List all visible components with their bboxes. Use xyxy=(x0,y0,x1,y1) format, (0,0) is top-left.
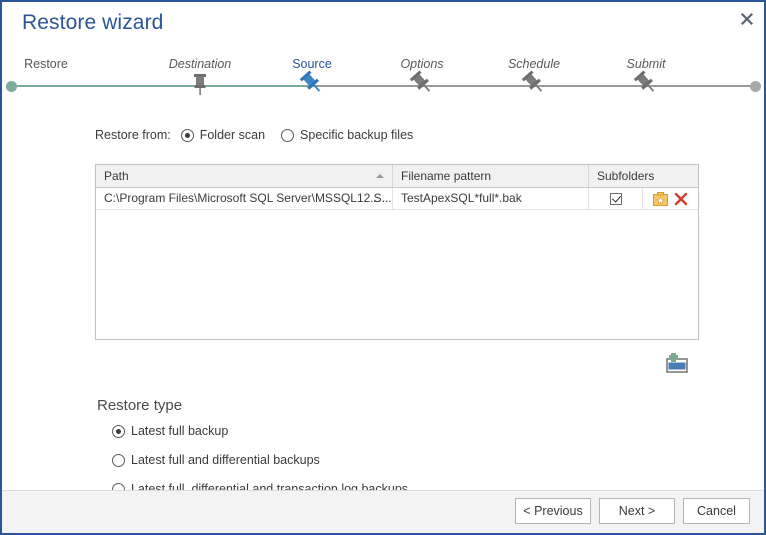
cell-path-text: C:\Program Files\Microsoft SQL Server\MS… xyxy=(104,191,392,205)
restore-from-row: Restore from: Folder scan Specific backu… xyxy=(95,126,429,144)
stepper-end-dot-icon xyxy=(750,81,761,92)
wizard-footer: < Previous Next > Cancel xyxy=(2,490,764,533)
stepper-step-schedule[interactable]: Schedule xyxy=(494,48,574,98)
stepper-step-submit[interactable]: Submit xyxy=(606,48,686,98)
wizard-content: Restore from: Folder scan Specific backu… xyxy=(2,102,764,496)
cell-path[interactable]: C:\Program Files\Microsoft SQL Server\MS… xyxy=(96,188,393,209)
browse-path-ellipsis-button[interactable]: ... xyxy=(373,188,386,209)
stepper-step-restore[interactable]: Restore xyxy=(6,48,86,98)
next-button[interactable]: Next > xyxy=(599,498,675,524)
folder-star-icon[interactable] xyxy=(653,191,668,206)
title-bar: Restore wizard xyxy=(2,2,764,48)
column-header-subfolders[interactable]: Subfolders xyxy=(589,165,698,187)
column-header-label: Subfolders xyxy=(597,169,655,183)
cell-subfolders xyxy=(589,188,643,209)
cell-filename-pattern[interactable]: TestApexSQL*full*.bak xyxy=(393,188,589,209)
stepper-step-source[interactable]: Source xyxy=(272,48,352,98)
radio-label: Folder scan xyxy=(199,128,266,142)
column-header-path[interactable]: Path xyxy=(96,165,393,187)
cell-row-actions xyxy=(643,188,698,209)
radio-folder-scan[interactable]: Folder scan xyxy=(180,128,266,142)
restore-wizard-window: Restore wizard Restore Destination Sourc… xyxy=(0,0,766,535)
sort-ascending-icon xyxy=(376,174,384,178)
close-icon[interactable] xyxy=(736,8,758,30)
column-header-filename-pattern[interactable]: Filename pattern xyxy=(393,165,589,187)
radio-label: Latest full backup xyxy=(131,424,229,438)
pushpin-icon xyxy=(519,68,549,98)
radio-mark-icon xyxy=(180,128,194,142)
page-title: Restore wizard xyxy=(22,11,164,34)
add-folder-icon[interactable] xyxy=(663,352,689,376)
stepper-step-label: Restore xyxy=(24,57,68,71)
stepper-step-destination[interactable]: Destination xyxy=(160,48,240,98)
stepper-step-options[interactable]: Options xyxy=(382,48,462,98)
radio-latest-full-and-differential[interactable]: Latest full and differential backups xyxy=(112,453,408,467)
wizard-stepper: Restore Destination Source Options Sched… xyxy=(2,48,764,98)
stepper-track: Restore Destination Source Options Sched… xyxy=(2,48,764,98)
cancel-button[interactable]: Cancel xyxy=(683,498,750,524)
radio-mark-icon xyxy=(112,424,125,438)
delete-x-icon[interactable] xyxy=(674,192,688,206)
pushpin-icon xyxy=(631,68,661,98)
restore-from-label: Restore from: xyxy=(95,128,171,142)
radio-label: Latest full and differential backups xyxy=(131,453,320,467)
radio-specific-backup-files[interactable]: Specific backup files xyxy=(281,128,413,142)
subfolders-checkbox[interactable] xyxy=(609,192,622,205)
column-header-label: Filename pattern xyxy=(401,169,492,183)
pushpin-vertical-icon xyxy=(185,68,215,98)
pushpin-icon xyxy=(297,68,327,98)
radio-mark-icon xyxy=(112,453,125,467)
restore-type-title: Restore type xyxy=(97,397,183,414)
pushpin-icon xyxy=(407,68,437,98)
radio-latest-full-backup[interactable]: Latest full backup xyxy=(112,424,408,438)
column-header-label: Path xyxy=(104,169,129,183)
previous-button[interactable]: < Previous xyxy=(515,498,591,524)
radio-label: Specific backup files xyxy=(300,128,414,142)
table-row[interactable]: C:\Program Files\Microsoft SQL Server\MS… xyxy=(96,188,698,210)
radio-mark-icon xyxy=(281,128,295,142)
backup-sources-grid: Path Filename pattern Subfolders C:\Prog… xyxy=(95,164,699,340)
grid-header-row: Path Filename pattern Subfolders xyxy=(96,165,698,188)
